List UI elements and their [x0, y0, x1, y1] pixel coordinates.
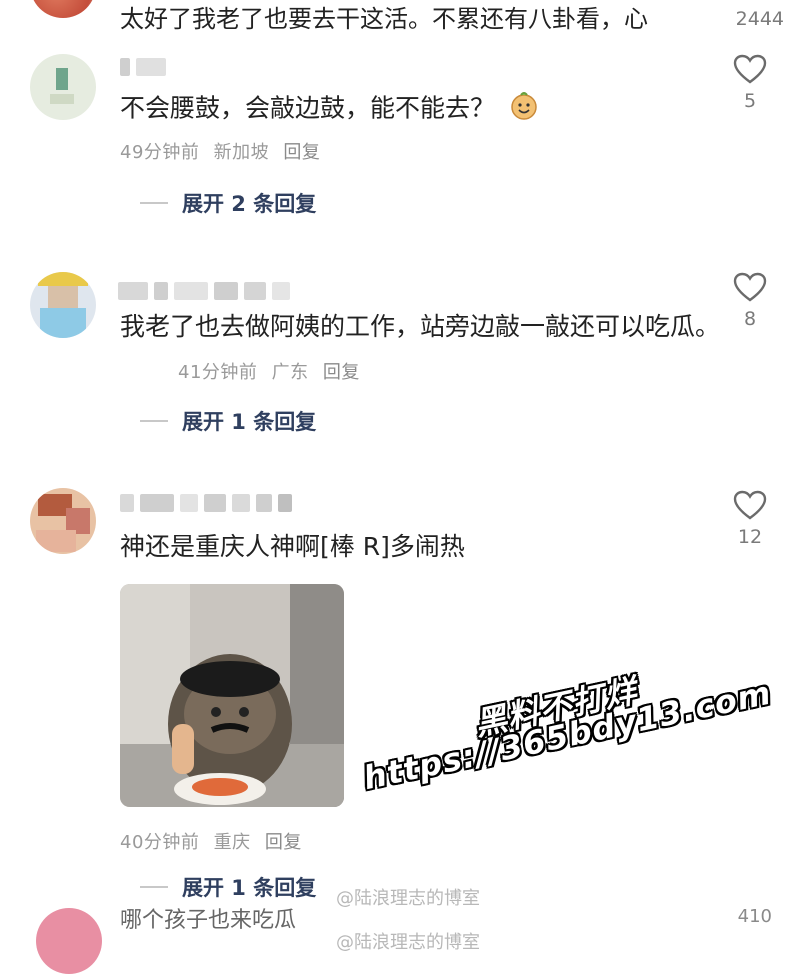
comment-meta: 40分钟前 重庆 回复 [120, 828, 310, 854]
comment-text: 太好了我老了也要去干这活。不累还有八卦看，心 [120, 5, 648, 33]
avatar[interactable] [30, 0, 96, 18]
comment-text: 不会腰鼓，会敲边鼓，能不能去？ [120, 90, 710, 129]
expand-replies-label: 展开 1 条回复 [182, 410, 317, 434]
username-blurred[interactable] [120, 492, 292, 514]
expand-replies-label: 展开 1 条回复 [182, 876, 317, 900]
timestamp: 40分钟前 [120, 832, 200, 853]
expand-replies-label: 展开 2 条回复 [182, 192, 317, 216]
like-count: 2444 [735, 8, 784, 30]
smiling-bun-emoji-icon [509, 90, 539, 129]
cat-with-beret-photo-icon [120, 584, 344, 807]
location: 广东 [271, 362, 309, 383]
reply-button[interactable]: 回复 [283, 142, 320, 163]
comment-text: 我老了也去做阿姨的工作，站旁边敲一敲还可以吃瓜。 [120, 312, 721, 341]
expand-replies-button[interactable]: 展开 1 条回复 [140, 406, 316, 436]
heart-icon [733, 54, 767, 84]
like-button[interactable]: 5 [730, 54, 770, 112]
source-watermark: @陆浪理志的博室 [336, 932, 480, 953]
heart-icon [733, 490, 767, 520]
username-blurred[interactable] [120, 56, 166, 78]
location: 新加坡 [213, 142, 270, 163]
username-blurred[interactable] [118, 280, 290, 302]
reply-button[interactable]: 回复 [265, 832, 302, 853]
like-count: 12 [737, 526, 763, 548]
source-watermark: @陆浪理志的博室 [336, 888, 480, 909]
divider [140, 420, 168, 422]
expand-replies-button[interactable]: 展开 2 条回复 [140, 188, 316, 218]
divider [140, 886, 168, 888]
comment-meta: 41分钟前 广东 回复 [178, 358, 368, 384]
reply-button[interactable]: 回复 [323, 362, 360, 383]
heart-icon [733, 272, 767, 302]
divider [140, 202, 168, 204]
like-count: 410 [737, 906, 772, 927]
avatar[interactable] [30, 54, 96, 120]
like-count: 8 [743, 308, 757, 330]
comment-image[interactable] [120, 584, 344, 807]
like-count: 5 [743, 90, 757, 112]
avatar[interactable] [30, 272, 96, 338]
timestamp: 49分钟前 [120, 142, 200, 163]
comment-text: 神还是重庆人神啊[棒 R]多闹热 [120, 532, 465, 561]
location: 重庆 [213, 832, 251, 853]
expand-replies-button[interactable]: 展开 1 条回复 [140, 872, 316, 902]
like-button[interactable]: 8 [730, 272, 770, 330]
avatar[interactable] [30, 488, 96, 554]
like-button[interactable]: 12 [730, 490, 770, 548]
comment-body: 不会腰鼓，会敲边鼓，能不能去？ [120, 93, 496, 123]
timestamp: 41分钟前 [178, 362, 258, 383]
avatar[interactable] [36, 908, 102, 974]
comment-meta: 49分钟前 新加坡 回复 [120, 138, 328, 164]
